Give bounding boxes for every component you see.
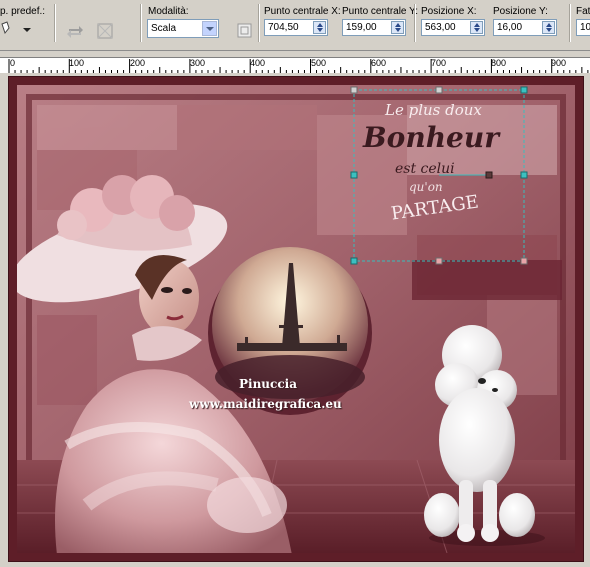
factor-label: Fat: [576, 6, 590, 17]
chevron-down-icon: [23, 28, 31, 32]
apply-button[interactable]: [94, 20, 116, 42]
resize-handle[interactable]: [350, 171, 358, 179]
toolbar-separator: [414, 4, 415, 42]
position-y-label: Posizione Y:: [493, 6, 548, 17]
position-y-value: 16,00: [497, 22, 523, 33]
image-canvas[interactable]: Le plus doux Bonheur est celui qu'on PAR…: [0, 73, 590, 567]
resize-handle[interactable]: [350, 86, 358, 94]
modality-label: Modalità:: [148, 6, 189, 17]
resize-handle[interactable]: [520, 257, 528, 265]
watermark-name: Pinuccia: [239, 377, 297, 391]
deform-grid-icon: [237, 23, 252, 38]
preset-icon: [1, 21, 10, 35]
anchor-button[interactable]: [234, 19, 256, 41]
spinner-icon[interactable]: [313, 21, 326, 34]
position-y-field[interactable]: 16,00: [493, 19, 557, 36]
transform-box-icon: [97, 23, 113, 39]
ruler-ticks: [8, 59, 589, 73]
toolbar-separator: [258, 4, 259, 42]
factor-field[interactable]: 10: [576, 19, 590, 36]
modality-select[interactable]: Scala: [147, 19, 219, 38]
quote-line-2: Bonheur: [362, 121, 501, 154]
resize-handle[interactable]: [520, 86, 528, 94]
position-x-field[interactable]: 563,00: [421, 19, 485, 36]
resize-handle[interactable]: [520, 171, 528, 179]
spinner-icon[interactable]: [391, 21, 404, 34]
tool-options-bar: p. predef.: Modalità: Scala Punto centra…: [0, 0, 590, 51]
watermark-url: www.maidiregrafica.eu: [189, 397, 342, 411]
resize-handle[interactable]: [350, 257, 358, 265]
reset-arrows-icon: [67, 26, 83, 38]
reset-button[interactable]: [64, 20, 86, 42]
center-y-label: Punto centrale Y:: [342, 6, 418, 17]
preset-label: p. predef.:: [0, 6, 46, 17]
position-x-label: Posizione X:: [421, 6, 477, 17]
quote-line-4: qu'on: [409, 180, 443, 194]
spinner-icon[interactable]: [470, 21, 483, 34]
center-y-value: 159,00: [346, 22, 377, 33]
rotation-handle[interactable]: [485, 171, 493, 179]
quote-line-1: Le plus doux: [384, 101, 482, 119]
modality-value: Scala: [151, 23, 177, 34]
center-x-value: 704,50: [268, 22, 299, 33]
center-x-field[interactable]: 704,50: [264, 19, 328, 36]
spinner-icon[interactable]: [542, 21, 555, 34]
chevron-down-icon[interactable]: [202, 21, 217, 36]
preset-dropdown-button[interactable]: [22, 22, 32, 32]
artwork-frame: Le plus doux Bonheur est celui qu'on PAR…: [8, 76, 584, 562]
toolbar-separator: [54, 4, 55, 42]
resize-handle[interactable]: [435, 86, 443, 94]
horizontal-ruler: 0 100 200 300 400 500 600 700 800 900: [0, 57, 590, 74]
position-x-value: 563,00: [425, 22, 456, 33]
toolbar-separator: [569, 4, 570, 42]
artwork-image[interactable]: Le plus doux Bonheur est celui qu'on PAR…: [17, 85, 575, 553]
center-y-field[interactable]: 159,00: [342, 19, 406, 36]
center-x-label: Punto centrale X:: [264, 6, 341, 17]
resize-handle[interactable]: [435, 257, 443, 265]
toolbar-separator: [140, 4, 141, 42]
factor-value: 10: [580, 22, 590, 33]
preset-picker-button[interactable]: [0, 19, 20, 41]
